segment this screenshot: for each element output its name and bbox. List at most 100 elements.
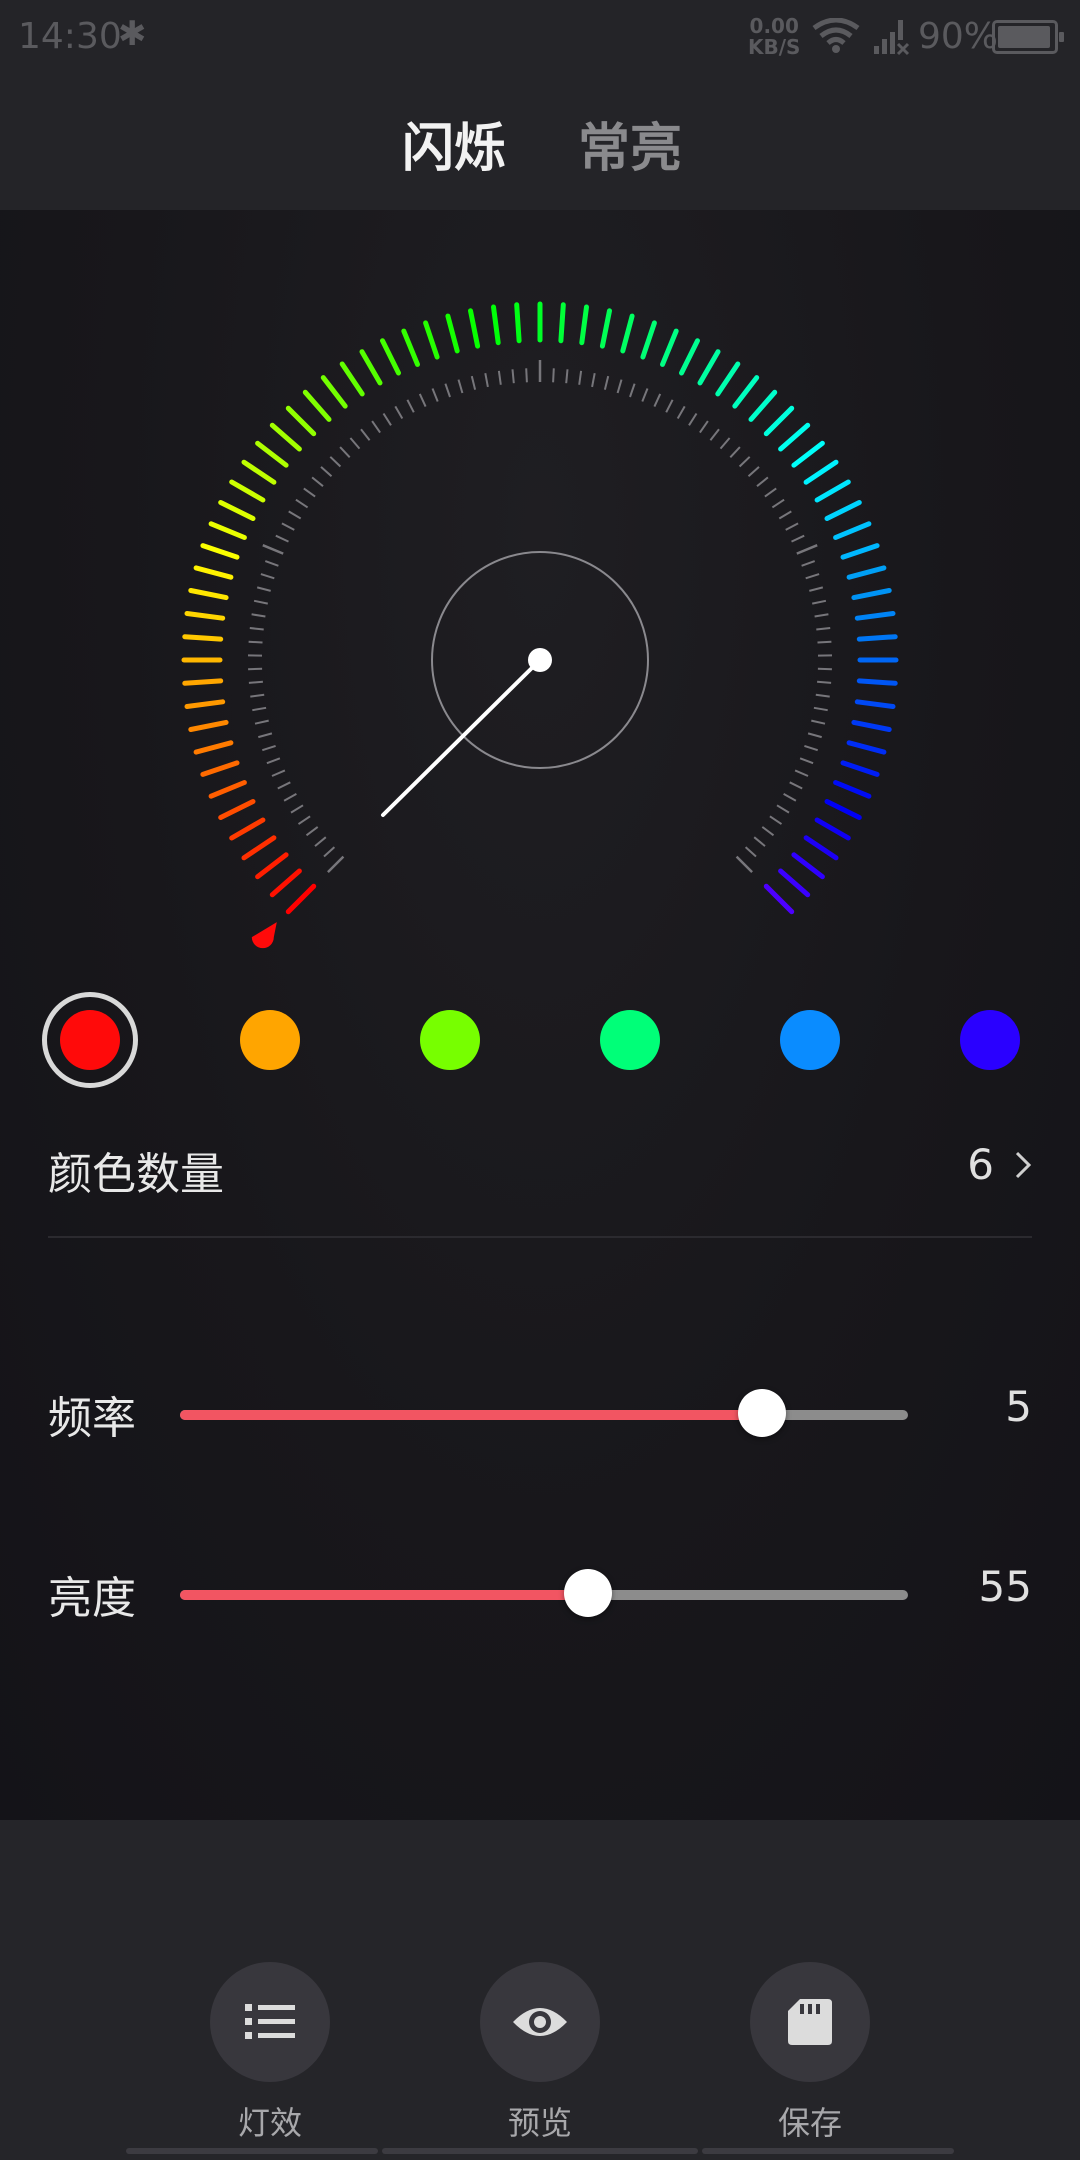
- scale-tick: [764, 487, 777, 498]
- color-swatch-5[interactable]: [780, 1010, 840, 1070]
- hue-tick: [778, 422, 811, 452]
- hue-tick: [255, 852, 289, 880]
- hue-tick: [218, 500, 256, 521]
- color-swatch-3[interactable]: [420, 1010, 480, 1070]
- frequency-slider-row: 频率 5: [48, 1370, 1032, 1460]
- scale-tick: [729, 446, 741, 458]
- hue-pointer-marker[interactable]: [251, 922, 277, 949]
- scale-tick: [525, 368, 528, 383]
- hue-tick: [269, 868, 302, 898]
- effects-button[interactable]: 灯效: [210, 1962, 330, 2144]
- scale-tick: [248, 640, 263, 644]
- scale-tick: [804, 744, 819, 752]
- gauge-needle: [381, 658, 542, 817]
- hue-tick: [579, 304, 589, 346]
- frequency-slider-thumb[interactable]: [738, 1389, 787, 1437]
- scale-tick: [281, 522, 295, 531]
- brightness-slider-thumb[interactable]: [563, 1569, 612, 1617]
- screen: 14:30 ✱ 0.00 KB/S 90% 闪烁 常亮 颜色数量 6 频率 5 …: [0, 0, 1080, 2160]
- scale-tick: [511, 369, 515, 384]
- network-speed-unit: KB/S: [748, 35, 801, 59]
- scale-tick: [283, 793, 297, 802]
- scale-tick: [756, 476, 769, 487]
- scale-tick: [809, 586, 824, 592]
- scale-tick: [288, 510, 302, 520]
- scale-tick: [591, 373, 596, 388]
- scale-tick: [457, 379, 464, 394]
- brightness-label: 亮度: [48, 1573, 136, 1624]
- color-count-row[interactable]: 颜色数量 6: [48, 1118, 1032, 1238]
- hue-tick: [748, 389, 778, 422]
- hue-tick: [803, 835, 839, 861]
- scale-tick: [811, 719, 826, 725]
- hue-tick: [715, 361, 741, 397]
- hue-tick: [193, 740, 234, 755]
- scale-tick: [252, 706, 267, 712]
- effects-label: 灯效: [237, 2104, 302, 2142]
- scale-tick: [699, 420, 709, 434]
- hue-tick: [218, 799, 256, 820]
- scale-tick: [311, 476, 324, 487]
- scale-tick: [817, 667, 832, 671]
- color-dial[interactable]: [0, 210, 1080, 990]
- preview-button-circle[interactable]: [480, 1962, 600, 2082]
- scale-tick: [305, 826, 319, 837]
- battery-icon: [992, 20, 1064, 54]
- hue-tick: [184, 699, 226, 709]
- hue-tick: [193, 565, 234, 580]
- hue-tick: [824, 799, 862, 820]
- color-count-label: 颜色数量: [48, 1149, 224, 1200]
- scale-ring: [247, 360, 833, 873]
- hue-tick: [840, 760, 880, 777]
- effects-button-circle[interactable]: [210, 1962, 330, 2082]
- hue-tick: [840, 543, 880, 560]
- color-count-value: 6: [967, 1140, 994, 1189]
- nav-indicator-left: [126, 2148, 378, 2154]
- scale-tick: [719, 437, 731, 450]
- scale-tick: [253, 599, 269, 605]
- scale-tick: [676, 405, 686, 420]
- hue-tick: [846, 565, 887, 580]
- brightness-value: 55: [978, 1562, 1032, 1611]
- scale-tick: [271, 769, 286, 777]
- frequency-slider-track[interactable]: [180, 1389, 908, 1437]
- hue-tick: [255, 440, 289, 468]
- color-swatch-4[interactable]: [600, 1010, 660, 1070]
- hue-tick: [320, 375, 348, 409]
- hue-tick: [763, 883, 795, 915]
- hue-ring[interactable]: [181, 301, 899, 915]
- save-button[interactable]: 保存: [750, 1962, 870, 2144]
- scale-tick: [744, 846, 757, 858]
- color-swatch-1[interactable]: [60, 1010, 120, 1070]
- hue-tick: [778, 868, 811, 898]
- tab-blink[interactable]: 闪烁: [402, 106, 506, 181]
- hue-tick: [182, 678, 224, 686]
- hue-tick: [803, 459, 839, 485]
- hue-tick: [660, 328, 679, 367]
- hue-tick: [200, 543, 240, 560]
- scale-tick: [813, 706, 828, 712]
- hue-tick: [558, 302, 566, 344]
- scale-tick: [323, 846, 336, 858]
- hue-tick: [208, 780, 247, 799]
- scale-tick: [320, 466, 333, 477]
- save-button-circle[interactable]: [750, 1962, 870, 2082]
- scale-tick: [248, 667, 263, 671]
- hue-tick: [445, 313, 460, 354]
- scale-tick: [290, 804, 304, 814]
- scale-tick: [778, 510, 792, 520]
- color-swatch-6[interactable]: [960, 1010, 1020, 1070]
- scale-tick: [303, 487, 316, 498]
- brightness-slider-fill: [180, 1590, 588, 1600]
- preview-button[interactable]: 预览: [480, 1962, 600, 2144]
- hue-tick: [339, 361, 365, 397]
- scale-tick: [665, 399, 674, 413]
- tab-steady[interactable]: 常亮: [578, 106, 682, 181]
- scale-tick: [277, 781, 291, 790]
- scale-tick: [761, 826, 775, 837]
- scale-tick: [799, 757, 814, 765]
- hue-tick: [401, 328, 420, 367]
- brightness-slider-track[interactable]: [180, 1569, 908, 1617]
- scale-tick: [470, 375, 477, 390]
- color-swatch-2[interactable]: [240, 1010, 300, 1070]
